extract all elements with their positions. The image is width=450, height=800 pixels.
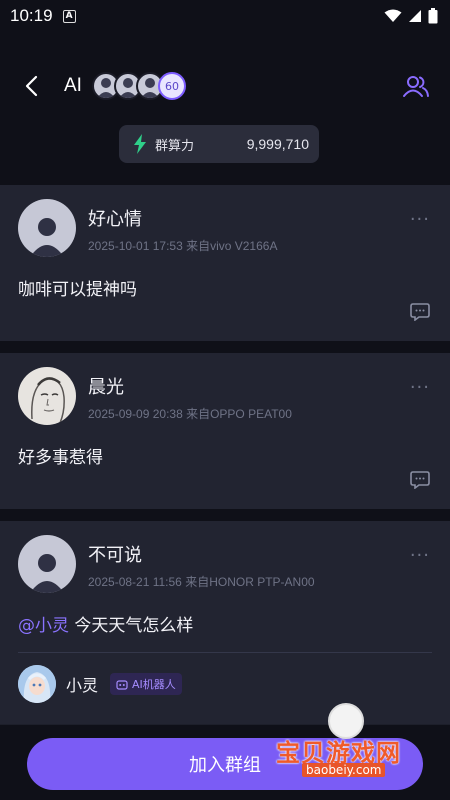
author-name[interactable]: 好心情 <box>88 205 277 231</box>
card-separator <box>0 341 450 353</box>
post-card[interactable]: 好心情 2025-10-01 17:53 来自vivo V2166A ··· 咖… <box>0 185 450 341</box>
signal-icon <box>409 10 421 22</box>
lightning-icon <box>134 134 146 154</box>
power-label: 群算力 <box>155 138 195 154</box>
status-bar: 10:19 A <box>0 0 450 32</box>
post-card[interactable]: 晨光 2025-09-09 20:38 来自OPPO PEAT00 ··· 好多… <box>0 353 450 509</box>
power-value: 9,999,710 <box>246 136 309 152</box>
post-timestamp: 2025-10-01 17:53 来自vivo V2166A <box>88 239 278 253</box>
ai-character-avatar-icon <box>18 665 56 703</box>
group-power-panel: 群算力 9,999,710 <box>119 125 319 163</box>
status-time: 10:19 <box>10 6 53 25</box>
post-header: 好心情 2025-10-01 17:53 来自vivo V2166A <box>0 185 450 257</box>
battery-icon <box>428 8 438 24</box>
members-icon <box>403 76 429 97</box>
author-name[interactable]: 晨光 <box>88 373 292 399</box>
mention-link[interactable]: @小灵 <box>18 616 69 636</box>
post-timestamp: 2025-09-09 20:38 来自OPPO PEAT00 <box>88 407 292 421</box>
post-meta: 晨光 2025-09-09 20:38 来自OPPO PEAT00 <box>88 373 292 425</box>
comment-button[interactable] <box>410 303 430 325</box>
accessibility-a-icon: A <box>62 9 76 23</box>
ai-avatar[interactable] <box>18 665 56 703</box>
ai-bot-badge: AI机器人 <box>110 673 182 695</box>
person-icon <box>140 78 159 98</box>
avatar[interactable] <box>18 199 76 257</box>
back-arrow-icon <box>25 75 38 97</box>
ai-reply-header: 小灵 AI机器人 <box>0 653 450 703</box>
more-options-button[interactable]: ··· <box>410 377 430 398</box>
comment-button[interactable] <box>410 471 430 493</box>
post-meta: 好心情 2025-10-01 17:53 来自vivo V2166A <box>88 205 277 257</box>
person-icon <box>30 554 64 593</box>
author-name[interactable]: 不可说 <box>88 541 315 567</box>
more-options-button[interactable]: ··· <box>410 545 430 566</box>
group-members-button[interactable] <box>398 68 434 104</box>
person-icon <box>118 78 137 98</box>
person-icon <box>30 218 64 257</box>
post-header: 不可说 2025-08-21 11:56 来自HONOR PTP-AN00 <box>0 521 450 593</box>
robot-icon <box>116 679 128 690</box>
post-feed: 好心情 2025-10-01 17:53 来自vivo V2166A ··· 咖… <box>0 185 450 761</box>
avatar[interactable] <box>18 367 76 425</box>
post-content: @小灵 今天天气怎么样 <box>0 593 450 636</box>
comment-icon <box>410 471 430 490</box>
more-options-button[interactable]: ··· <box>410 209 430 230</box>
wifi-icon <box>384 9 402 22</box>
group-header: AI 60 <box>0 60 450 112</box>
card-separator <box>0 509 450 521</box>
sketch-portrait-icon <box>31 377 65 424</box>
comment-icon <box>410 303 430 322</box>
post-header: 晨光 2025-09-09 20:38 来自OPPO PEAT00 <box>0 353 450 425</box>
status-icons <box>384 8 438 24</box>
person-icon <box>96 78 115 98</box>
member-count-badge: 60 <box>157 72 186 100</box>
post-text: 今天天气怎么样 <box>74 616 194 636</box>
avatar[interactable] <box>18 535 76 593</box>
back-button[interactable] <box>16 66 46 106</box>
post-timestamp: 2025-08-21 11:56 来自HONOR PTP-AN00 <box>88 575 315 589</box>
post-content: 好多事惹得 <box>18 448 103 468</box>
ai-reply-name[interactable]: 小灵 <box>66 672 98 696</box>
join-group-button[interactable]: 加入群组 <box>27 738 423 790</box>
ai-badge-label: AI机器人 <box>132 678 176 691</box>
member-avatar-stack[interactable]: 60 <box>91 72 186 100</box>
post-content: 咖啡可以提神吗 <box>18 280 137 300</box>
bottom-action-bar: 加入群组 <box>0 724 450 800</box>
group-name: AI <box>64 75 82 96</box>
post-meta: 不可说 2025-08-21 11:56 来自HONOR PTP-AN00 <box>88 541 315 593</box>
